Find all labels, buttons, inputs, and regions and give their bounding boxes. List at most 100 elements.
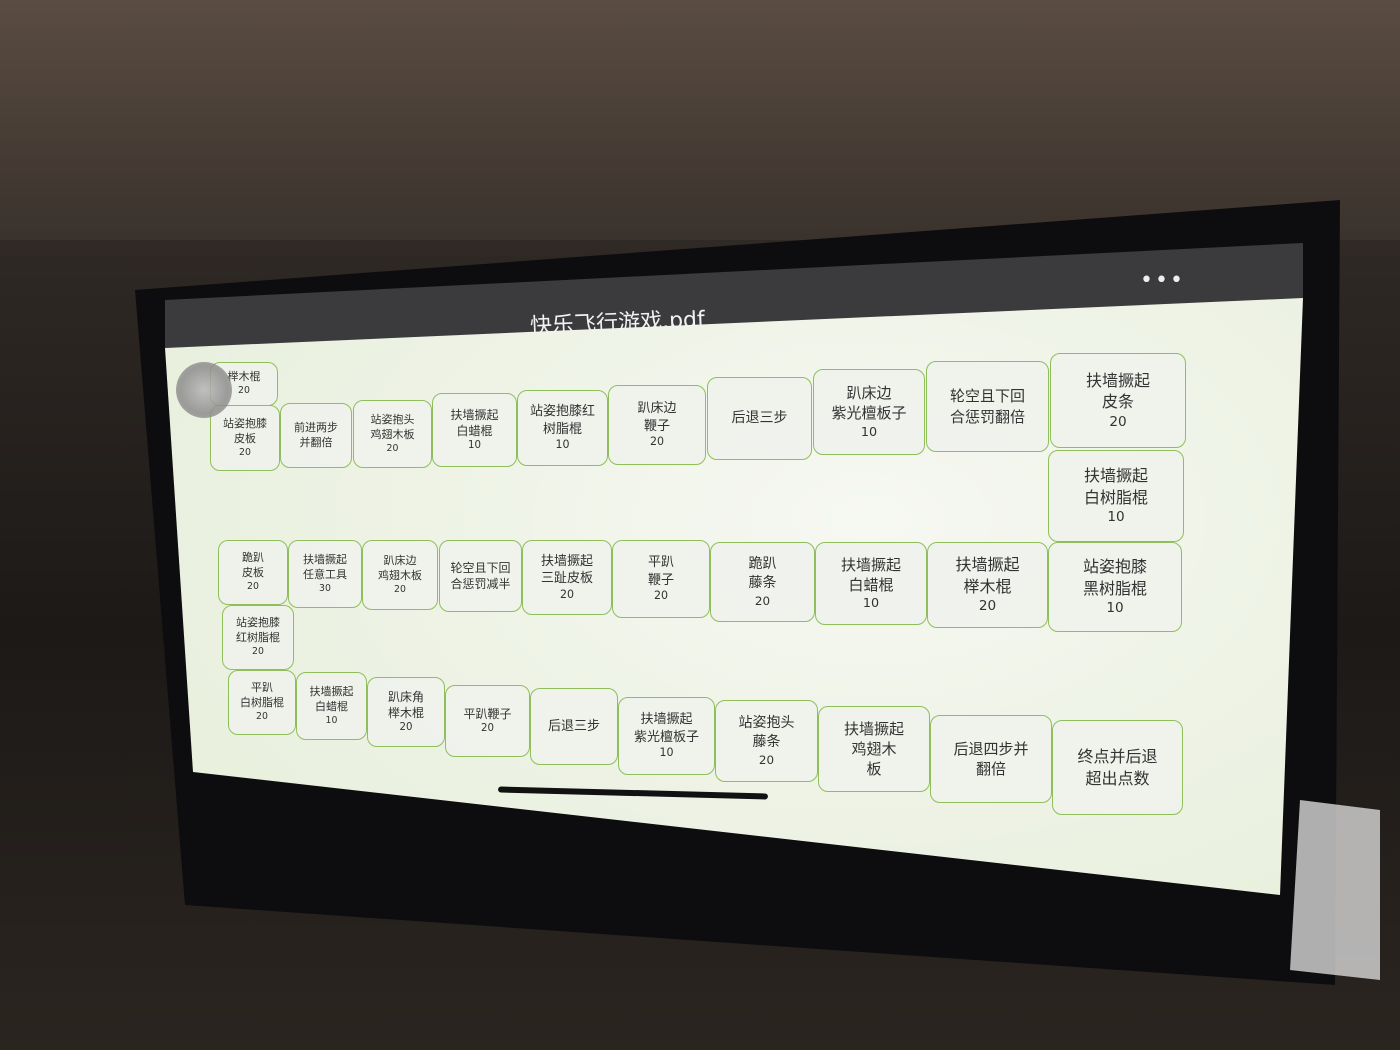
tile-count: 20 [653, 589, 669, 603]
board-tile: 站姿抱膝 红树脂棍 20 [222, 605, 294, 670]
tile-count: 20 [256, 711, 268, 723]
tile-text: 站姿抱头 [738, 715, 795, 732]
tile-text: 白蜡棍 [315, 699, 348, 713]
board-tile: 跪趴 藤条 20 [710, 542, 815, 622]
board-tile: 扶墙撅起 任意工具 30 [288, 540, 362, 608]
board-tile: 站姿抱膝 皮板 20 [210, 405, 280, 471]
tile-text: 白蜡棍 [848, 575, 894, 594]
tile-count: 20 [978, 598, 997, 615]
tile-count: 10 [862, 596, 880, 612]
tile-text: 合惩罚翻倍 [949, 407, 1025, 426]
tile-text: 扶墙撅起 [840, 555, 901, 574]
board-tile: 站姿抱膝红 树脂棍 10 [517, 390, 608, 466]
tile-text: 趴床角 [387, 689, 424, 704]
tile-text: 站姿抱膝 [236, 616, 280, 630]
tile-count: 20 [649, 435, 665, 449]
board-tile: 趴床边 鸡翅木板 20 [362, 540, 438, 610]
tile-count: 30 [319, 582, 331, 594]
tile-text: 平趴 [647, 555, 674, 570]
tile-text: 榉木棍 [963, 576, 1012, 596]
tile-text: 白树脂棍 [1083, 487, 1148, 507]
tile-count: 20 [247, 581, 259, 593]
tile-text: 白树脂棍 [240, 696, 284, 710]
tile-text: 合惩罚减半 [450, 577, 511, 591]
tile-text: 藤条 [748, 574, 777, 591]
tile-text: 榉木棍 [227, 370, 261, 384]
tile-text: 扶墙撅起 [540, 553, 593, 569]
tile-text: 任意工具 [303, 567, 347, 581]
tile-count: 10 [659, 746, 674, 760]
board-tile: 扶墙撅起紫光檀板子 10 [618, 697, 715, 775]
tile-text: 白蜡棍 [456, 424, 493, 439]
tile-count: 20 [399, 722, 413, 734]
board-tile: 后退三步 [530, 688, 618, 765]
tile-text: 轮空且下回 [450, 560, 511, 575]
board-tile: 跪趴 皮板 20 [218, 540, 288, 605]
board-tile: 扶墙撅起 白蜡棍 10 [815, 542, 927, 625]
tile-count: 20 [758, 752, 775, 767]
tile-text: 藤条 [752, 733, 781, 750]
more-dots-icon[interactable]: ••• [1140, 268, 1185, 293]
tile-text: 跪趴 [748, 556, 777, 573]
board-tile: 终点并后退 超出点数 [1052, 720, 1183, 815]
board-tile: 扶墙撅起 白蜡棍 10 [296, 672, 367, 740]
tile-text: 三趾皮板 [540, 571, 593, 587]
tile-text: 翻倍 [975, 760, 1006, 778]
tile-count: 10 [860, 424, 878, 440]
board-tile: 趴床角榉木棍 20 [367, 677, 445, 747]
tile-text: 榉木棍 [387, 706, 424, 721]
board-tile: 站姿抱头 鸡翅木板 20 [353, 400, 432, 468]
tile-count: 20 [394, 583, 406, 595]
tile-text: 扶墙撅起 [640, 712, 693, 727]
board-tile: 后退四步并 翻倍 [930, 715, 1052, 803]
tile-text: 扶墙撅起 [843, 719, 904, 738]
tile-text: 紫光檀板子 [633, 729, 699, 745]
tile-text: 鸡翅木 [851, 739, 897, 758]
tile-text: 鞭子 [643, 418, 670, 434]
tile-text: 皮板 [242, 566, 264, 580]
board-tile: 趴床边鞭子 20 [608, 385, 706, 465]
tile-text: 扶墙撅起 [955, 555, 1020, 575]
tile-text: 终点并后退 [1077, 746, 1158, 766]
tile-text: 扶墙撅起 [1085, 370, 1150, 390]
tile-text: 趴床边 [383, 553, 417, 567]
tile-count: 10 [325, 714, 338, 726]
board-tile: 站姿抱膝 黑树脂棍 10 [1048, 542, 1182, 632]
tile-text: 趴床边 [637, 401, 677, 416]
tile-text: 站姿抱膝 [1082, 557, 1147, 577]
tile-count: 20 [386, 442, 399, 454]
tile-text: 扶墙撅起 [450, 407, 499, 422]
wall [0, 0, 1400, 240]
tile-text: 站姿抱膝红 [529, 404, 595, 419]
tv-label-sticker [1290, 800, 1380, 980]
tile-text: 鸡翅木板 [378, 568, 422, 582]
board-tile: 轮空且下回 合惩罚翻倍 [926, 361, 1049, 452]
board-tile: 趴床边 紫光檀板子 10 [813, 369, 925, 455]
tile-text: 皮条 [1101, 392, 1134, 412]
tile-text: 跪趴 [242, 551, 264, 565]
board-tile: 扶墙撅起 白树脂棍 10 [1048, 450, 1184, 542]
tile-text: 后退三步 [547, 718, 600, 734]
tile-count: 20 [481, 723, 494, 735]
tile-count: 20 [238, 385, 250, 397]
tile-text: 轮空且下回 [949, 387, 1025, 406]
tile-text: 平趴鞭子 [463, 707, 512, 722]
tile-text: 后退四步并 [953, 739, 1029, 758]
tile-text: 黑树脂棍 [1082, 578, 1147, 598]
tile-count: 10 [555, 438, 570, 452]
board-tile: 前进两步 并翻倍 [280, 403, 352, 468]
board-tile: 平趴鞭子20 [612, 540, 710, 618]
tile-text: 皮板 [234, 431, 256, 445]
tile-text: 站姿抱膝 [223, 416, 267, 430]
assistive-touch-button[interactable] [176, 362, 232, 418]
board-tile: 平趴 白树脂棍 20 [228, 670, 296, 735]
tile-text: 前进两步 [294, 420, 338, 434]
tile-text: 扶墙撅起 [1083, 466, 1148, 486]
tile-count: 20 [559, 587, 575, 601]
tile-text: 鸡翅木板 [370, 427, 415, 441]
board-tile: 扶墙撅起三趾皮板 20 [522, 540, 612, 615]
tile-count: 20 [754, 593, 771, 608]
board-tile: 后退三步 [707, 377, 812, 460]
tile-text: 后退三步 [731, 410, 788, 427]
tile-text: 红树脂棍 [236, 631, 280, 645]
